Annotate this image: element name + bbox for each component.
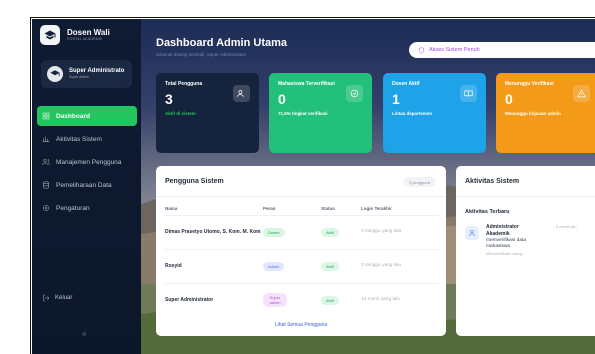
stat-card-verified-students[interactable]: Mahasiswa Terverifikasi 0 71.5% tingkat … [269, 73, 372, 153]
stat-label: Total Pengguna [165, 81, 203, 87]
sidebar-item-pemeliharaan[interactable]: Pemeliharaan Data [37, 175, 137, 195]
sidebar-item-manajemen-pengguna[interactable]: Manajemen Pengguna [37, 152, 137, 172]
sidebar-item-label: Pengaturan [56, 204, 90, 212]
warning-icon [573, 85, 590, 102]
stat-label: Dosen Aktif [392, 81, 420, 87]
role-badge: Dosen [263, 227, 285, 237]
full-access-label: Akses Sistem Penuh [429, 47, 480, 53]
logout-button[interactable]: Keluar [42, 294, 72, 302]
sidebar-item-dashboard[interactable]: Dashboard [37, 106, 137, 126]
users-panel: Pengguna Sistem 3 pengguna Nama Peran St… [156, 166, 446, 336]
table-row[interactable]: Rosyid Admin Aktif 3 minggu yang lalu [165, 248, 439, 283]
user-name-cell: Dimas Prasetyo Utomo, S. Kom. M. Kom [165, 214, 263, 249]
graduation-cap-icon [40, 25, 60, 45]
page-title: Dashboard Admin Utama [156, 37, 288, 49]
divider [156, 196, 446, 197]
user-name: Super Administrato [69, 68, 125, 74]
stat-note: Aktif di sistem [165, 110, 196, 116]
avatar [47, 66, 63, 82]
column-header[interactable]: Login Terakhir [361, 203, 439, 215]
users-icon [42, 159, 50, 166]
sidebar-item-label: Pemeliharaan Data [56, 181, 112, 189]
column-header[interactable]: Peran [263, 203, 321, 215]
activity-actor: Administrator Akademik [486, 224, 519, 237]
activity-description: memverifikasi data mahasiswa [486, 238, 526, 249]
book-icon [460, 85, 477, 102]
stat-card-total-users[interactable]: Total Pengguna 3 Aktif di sistem [156, 73, 259, 153]
table-row[interactable]: Super Administrator Super admin Aktif 12… [165, 282, 439, 317]
column-header[interactable]: Nama [165, 203, 263, 215]
user-count-badge: 3 pengguna [402, 177, 436, 187]
last-login-cell: 3 minggu yang lalu [361, 214, 439, 249]
stat-note: Lintas departemen [392, 110, 433, 116]
sidebar-item-label: Dashboard [56, 112, 90, 120]
activity-section-title: Aktivitas Terbaru [465, 209, 510, 215]
sidebar-item-label: Manajemen Pengguna [56, 158, 122, 166]
activity-detail: Memverifikasi orang... [486, 251, 526, 256]
check-circle-icon [346, 85, 363, 102]
stat-label: Mahasiswa Terverifikasi [278, 81, 335, 87]
sidebar-item-label: Aktivitas Sistem [56, 135, 102, 143]
logout-icon [43, 294, 50, 302]
stat-note: 71.5% tingkat verifikasi [278, 110, 328, 116]
users-icon [233, 85, 250, 102]
status-badge: Aktif [321, 227, 339, 237]
role-badge: Super admin [263, 293, 287, 308]
stat-card-pending-verification[interactable]: Menunggu Verifikasi 0 Menunggu tinjauan … [496, 73, 595, 153]
sidebar: Dosen Wali PORTAL AKADEMIK Super Adminis… [32, 19, 141, 354]
user-name-cell: Rosyid [165, 248, 263, 283]
status-cell: Aktif [321, 214, 361, 249]
collapse-sidebar-button[interactable]: « [82, 329, 86, 338]
sidebar-item-pengaturan[interactable]: Pengaturan [37, 198, 137, 218]
role-cell: Dosen [263, 214, 321, 249]
stat-note: Menunggu tinjauan admin [505, 110, 561, 116]
gear-icon [43, 205, 49, 211]
user-name-cell: Super Administrator [165, 282, 263, 317]
user-icon [465, 226, 479, 240]
database-icon [43, 181, 49, 189]
activity-panel: Aktivitas Sistem Aktivitas Terbaru Admin… [456, 166, 595, 336]
role-cell: Super admin [263, 282, 321, 317]
brand-title: Dosen Wali [67, 28, 110, 37]
table-header-row: Nama Peran Status Login Terakhir [165, 203, 439, 215]
status-badge: Aktif [321, 295, 339, 305]
stat-label: Menunggu Verifikasi [505, 81, 554, 87]
grid-icon [42, 112, 50, 120]
column-header[interactable]: Status [321, 203, 361, 215]
user-profile-card[interactable]: Super Administrato Super Admin [41, 60, 132, 88]
status-cell: Aktif [321, 248, 361, 283]
role-cell: Admin [263, 248, 321, 283]
shield-icon [418, 46, 425, 54]
status-badge: Aktif [321, 261, 339, 271]
user-role: Super Admin [69, 75, 90, 79]
last-login-cell: 12 menit yang lalu [361, 282, 439, 317]
bar-chart-icon [42, 136, 50, 142]
stat-card-active-lecturers[interactable]: Dosen Aktif 1 Lintas departemen [383, 73, 486, 153]
brand-subtitle: PORTAL AKADEMIK [67, 37, 103, 41]
table-row[interactable]: Dimas Prasetyo Utomo, S. Kom. M. Kom Dos… [165, 214, 439, 249]
activity-item[interactable]: Administrator Akademik memverifikasi dat… [465, 223, 595, 265]
full-access-button[interactable]: Akses Sistem Penuh [409, 42, 595, 58]
brand[interactable]: Dosen Wali PORTAL AKADEMIK [40, 25, 110, 45]
main-content: Dashboard Admin Utama Selamat datang kem… [141, 19, 595, 354]
app-window: Dosen Wali PORTAL AKADEMIK Super Adminis… [30, 17, 595, 354]
users-table: Nama Peran Status Login Terakhir Dimas P… [165, 203, 439, 317]
activity-panel-title: Aktivitas Sistem [465, 178, 520, 185]
status-cell: Aktif [321, 282, 361, 317]
role-badge: Admin [263, 261, 285, 271]
page-subtitle: Selamat datang kembali, Super Administra… [156, 52, 247, 57]
last-login-cell: 3 minggu yang lalu [361, 248, 439, 283]
logout-label: Keluar [55, 295, 73, 301]
sidebar-nav: Dashboard Aktivitas Sistem Manajemen Pen… [37, 106, 137, 221]
users-panel-title: Pengguna Sistem [165, 178, 224, 185]
see-all-users-link[interactable]: Lihat Semua Pengguna [156, 322, 446, 328]
sidebar-item-aktivitas[interactable]: Aktivitas Sistem [37, 129, 137, 149]
activity-time: 6 menit lalu [556, 224, 577, 229]
divider [456, 196, 595, 197]
